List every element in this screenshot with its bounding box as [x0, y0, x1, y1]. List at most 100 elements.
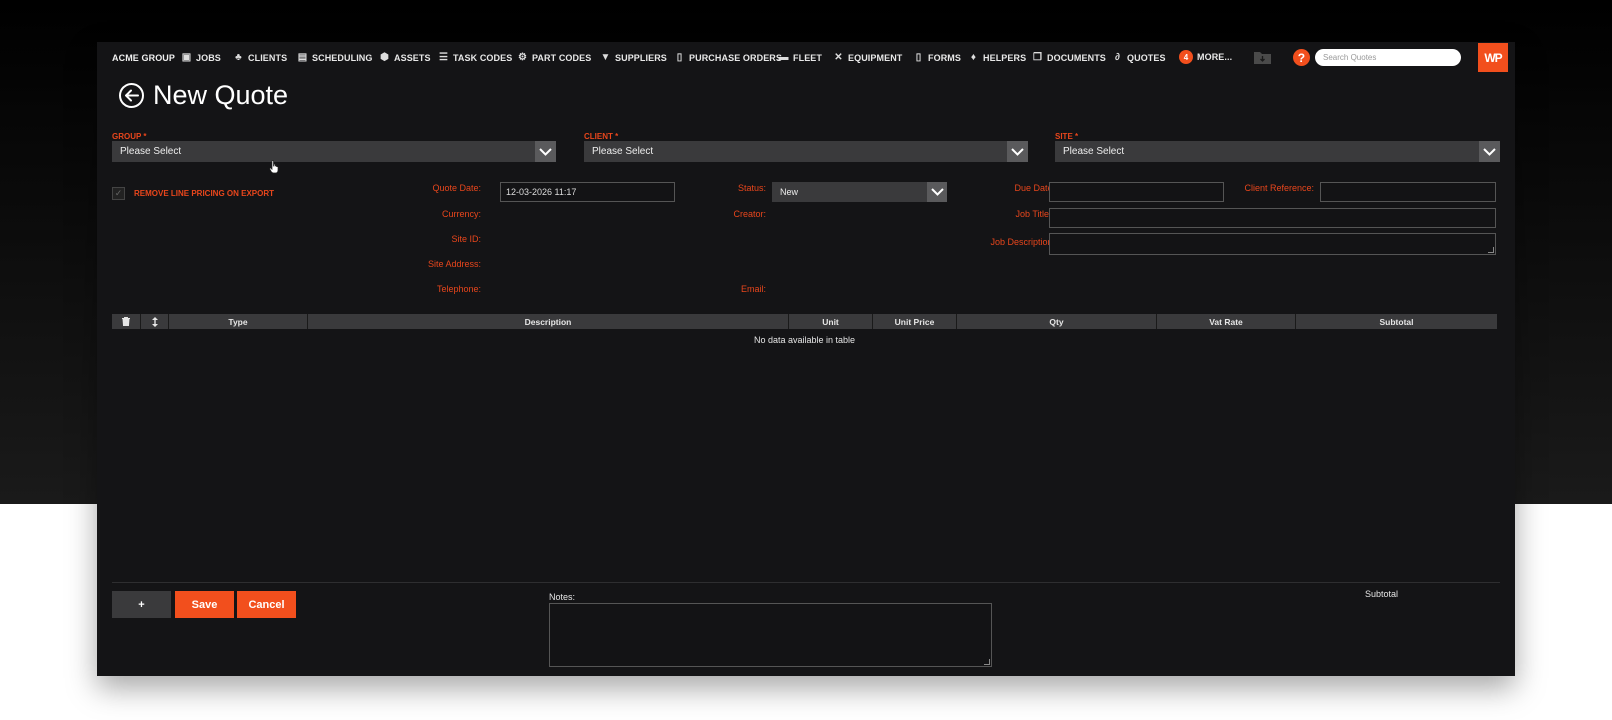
subtotal-column-header[interactable]: Subtotal — [1296, 314, 1497, 329]
nav-item-forms[interactable]: ▯ FORMS — [913, 53, 961, 64]
remove-pricing-checkbox[interactable]: ✓ — [112, 187, 125, 200]
cube-icon: ⬢ — [380, 52, 389, 63]
nav-item-fleet[interactable]: ▬ FLEET — [778, 52, 822, 64]
search-quotes-input[interactable] — [1315, 49, 1461, 66]
page-header: New Quote — [119, 80, 288, 111]
truck-icon: ▬ — [778, 52, 789, 63]
delete-column-header[interactable] — [112, 314, 141, 329]
nav-item-clients[interactable]: ♣ CLIENTS — [233, 52, 288, 64]
line-items-table-header: Type Description Unit Unit Price Qty Vat… — [112, 314, 1497, 329]
footer-divider — [112, 582, 1500, 583]
nav-label: TASK CODES — [453, 53, 513, 63]
sort-column-header[interactable] — [141, 314, 169, 329]
group-select-value: Please Select — [120, 146, 182, 157]
calendar-icon: ▤ — [297, 52, 308, 63]
qty-column-header[interactable]: Qty — [957, 314, 1157, 329]
site-id-label: Site ID: — [451, 234, 481, 244]
add-line-button[interactable]: + — [112, 591, 171, 618]
site-select-value: Please Select — [1063, 146, 1125, 157]
tools-icon: ✕ — [834, 52, 843, 63]
unit-price-column-header[interactable]: Unit Price — [873, 314, 957, 329]
nav-item-jobs[interactable]: ▣ JOBS — [181, 52, 221, 64]
nav-item-helpers[interactable]: ♦ HELPERS — [968, 52, 1027, 64]
nav-item-purchase-orders[interactable]: ▯ PURCHASE ORDERS — [674, 53, 783, 64]
notes-textarea[interactable] — [549, 603, 992, 667]
trash-icon — [122, 317, 130, 326]
checklist-icon: ☰ — [438, 52, 449, 63]
copy-icon: ❐ — [1032, 52, 1043, 63]
nav-item-scheduling[interactable]: ▤ SCHEDULING — [297, 52, 373, 64]
back-arrow-icon[interactable] — [119, 83, 144, 108]
vat-rate-column-header[interactable]: Vat Rate — [1157, 314, 1296, 329]
more-count-badge: 4 — [1179, 50, 1193, 64]
chevron-down-icon[interactable] — [535, 141, 556, 162]
status-select-value: New — [780, 187, 799, 197]
sitemap-icon: ♣ — [235, 52, 242, 63]
unit-column-header[interactable]: Unit — [789, 314, 873, 329]
client-reference-input[interactable] — [1320, 182, 1496, 202]
nav-label: PURCHASE ORDERS — [689, 53, 783, 63]
nav-label: ASSETS — [394, 53, 431, 63]
client-label: CLIENT * — [584, 132, 619, 141]
nav-item-part-codes[interactable]: ⚙ PART CODES — [517, 52, 592, 64]
remove-pricing-label: REMOVE LINE PRICING ON EXPORT — [134, 189, 275, 198]
app-logo[interactable]: WP — [1478, 43, 1508, 72]
nav-label: EQUIPMENT — [848, 53, 903, 63]
briefcase-icon: ▣ — [181, 52, 192, 63]
nav-label: MORE... — [1197, 52, 1233, 62]
chevron-down-icon[interactable] — [1479, 141, 1500, 162]
brand-name[interactable]: ACME GROUP — [112, 53, 175, 63]
nav-item-more[interactable]: 4 MORE... — [1179, 50, 1232, 64]
nav-item-documents[interactable]: ❐ DOCUMENTS — [1032, 52, 1106, 64]
nav-label: PART CODES — [532, 53, 592, 63]
paperclip-icon: ∂ — [1114, 52, 1121, 63]
folder-download-button[interactable] — [1252, 48, 1272, 66]
nav-label: HELPERS — [983, 53, 1027, 63]
quote-date-label: Quote Date: — [432, 183, 481, 193]
email-label: Email: — [740, 284, 766, 294]
cancel-button[interactable]: Cancel — [237, 591, 296, 618]
mouse-pointer-icon — [269, 160, 279, 174]
client-select-value: Please Select — [592, 146, 654, 157]
resize-handle-icon[interactable] — [984, 659, 990, 665]
nav-label: FLEET — [793, 53, 822, 63]
dolly-icon: ♦ — [970, 52, 977, 63]
page-title: New Quote — [153, 80, 289, 110]
description-column-header[interactable]: Description — [308, 314, 789, 329]
nav-item-quotes[interactable]: ∂ QUOTES — [1112, 52, 1166, 64]
save-button[interactable]: Save — [175, 591, 234, 618]
nav-item-equipment[interactable]: ✕ EQUIPMENT — [833, 52, 903, 64]
chevron-down-icon[interactable] — [1007, 141, 1028, 162]
nav-label: JOBS — [196, 53, 221, 63]
nav-label: SCHEDULING — [312, 53, 373, 63]
site-select[interactable]: Please Select — [1055, 141, 1500, 162]
cogs-icon: ⚙ — [517, 52, 528, 63]
group-label: GROUP * — [112, 132, 147, 141]
nav-label: CLIENTS — [248, 53, 288, 63]
nav-item-suppliers[interactable]: ▼ SUPPLIERS — [600, 52, 667, 64]
cart-icon: ▼ — [600, 52, 611, 63]
resize-handle-icon[interactable] — [1488, 247, 1494, 253]
quote-date-input[interactable]: 12-03-2026 11:17 — [500, 182, 675, 202]
notes-label: Notes: — [549, 592, 576, 602]
sort-arrows-icon — [151, 316, 158, 327]
chevron-down-icon[interactable] — [927, 182, 947, 202]
nav-item-task-codes[interactable]: ☰ TASK CODES — [438, 52, 513, 64]
site-label: SITE * — [1055, 132, 1079, 141]
arrow-left-icon — [125, 89, 139, 102]
job-description-label: Job Description: — [990, 237, 1055, 247]
nav-label: FORMS — [928, 53, 961, 63]
status-select[interactable]: New — [772, 182, 947, 202]
client-select[interactable]: Please Select — [584, 141, 1028, 162]
group-select[interactable]: Please Select — [112, 141, 556, 162]
due-date-input[interactable] — [1049, 182, 1224, 202]
status-label: Status: — [737, 183, 766, 193]
nav-item-assets[interactable]: ⬢ ASSETS — [379, 52, 431, 64]
job-title-input[interactable] — [1049, 208, 1496, 228]
job-description-textarea[interactable] — [1049, 233, 1496, 255]
quote-app-window: ACME GROUP ▣ JOBS ♣ CLIENTS ▤ SCHEDULING… — [97, 42, 1515, 676]
client-reference-label: Client Reference: — [1244, 183, 1314, 193]
type-column-header[interactable]: Type — [169, 314, 308, 329]
help-button[interactable]: ? — [1293, 49, 1310, 66]
nav-label: DOCUMENTS — [1047, 53, 1106, 63]
